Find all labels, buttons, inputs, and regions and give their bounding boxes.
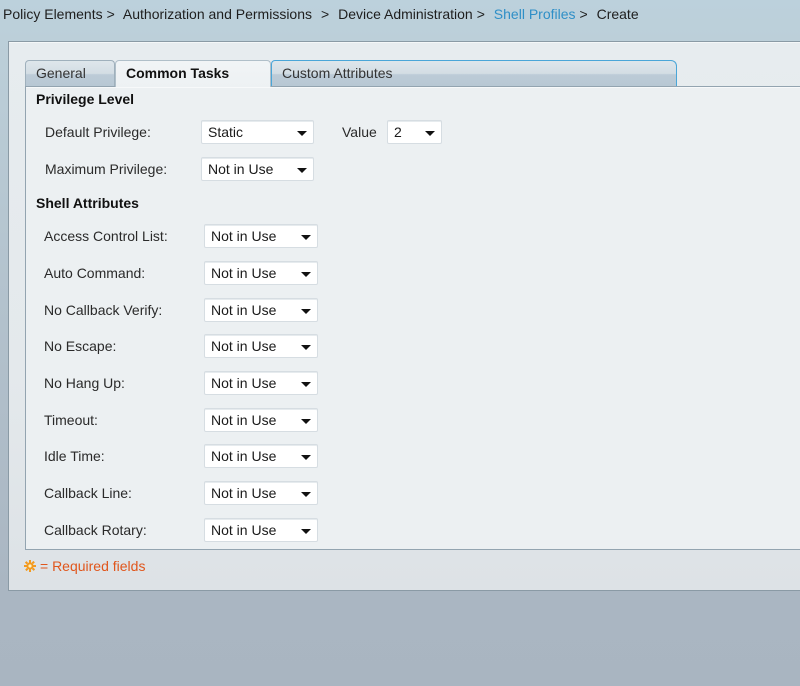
chevron-down-icon: [301, 235, 311, 240]
chevron-down-icon: [301, 382, 311, 387]
callback-line-select[interactable]: Not in Use: [204, 481, 318, 505]
form-panel: General Common Tasks Custom Attributes P…: [8, 41, 800, 591]
default-privilege-value: Static: [208, 124, 244, 140]
no-hang-up-label: No Hang Up:: [44, 375, 125, 391]
maximum-privilege-value: Not in Use: [208, 161, 274, 177]
chevron-down-icon: [301, 345, 311, 350]
privilege-level-heading: Privilege Level: [36, 91, 135, 107]
tab-bar: General Common Tasks Custom Attributes: [25, 60, 677, 87]
breadcrumb-item-create: Create: [596, 6, 639, 22]
gear-icon: [24, 559, 36, 572]
privilege-value: 2: [394, 124, 402, 140]
no-escape-label: No Escape:: [44, 338, 117, 354]
auto-command-value: Not in Use: [211, 265, 277, 281]
breadcrumb-separator: >: [579, 6, 588, 22]
no-callback-verify-label: No Callback Verify:: [44, 302, 163, 318]
default-privilege-select[interactable]: Static: [201, 120, 314, 144]
breadcrumb-separator: >: [476, 6, 485, 22]
no-escape-select[interactable]: Not in Use: [204, 334, 318, 358]
maximum-privilege-select[interactable]: Not in Use: [201, 157, 314, 181]
no-callback-verify-select[interactable]: Not in Use: [204, 298, 318, 322]
chevron-down-icon: [301, 309, 311, 314]
no-escape-value: Not in Use: [211, 338, 277, 354]
auto-command-select[interactable]: Not in Use: [204, 261, 318, 285]
no-hang-up-select[interactable]: Not in Use: [204, 371, 318, 395]
chevron-down-icon: [301, 492, 311, 497]
required-fields-text: = Required fields: [40, 558, 146, 574]
callback-line-label: Callback Line:: [44, 485, 132, 501]
chevron-down-icon: [301, 455, 311, 460]
timeout-value: Not in Use: [211, 412, 277, 428]
maximum-privilege-label: Maximum Privilege:: [45, 161, 168, 177]
chevron-down-icon: [297, 131, 307, 136]
privilege-value-select[interactable]: 2: [387, 120, 442, 144]
chevron-down-icon: [301, 419, 311, 424]
common-tasks-content: Privilege Level Default Privilege: Stati…: [25, 86, 800, 550]
no-hang-up-value: Not in Use: [211, 375, 277, 391]
no-callback-verify-value: Not in Use: [211, 302, 277, 318]
required-fields-legend: = Required fields: [24, 558, 145, 574]
idle-time-select[interactable]: Not in Use: [204, 444, 318, 468]
callback-rotary-label: Callback Rotary:: [44, 522, 147, 538]
idle-time-label: Idle Time:: [44, 448, 105, 464]
tab-custom-attributes[interactable]: Custom Attributes: [271, 60, 677, 86]
access-control-list-value: Not in Use: [211, 228, 277, 244]
breadcrumb: Policy Elements > Authorization and Permi…: [3, 6, 639, 22]
value-label: Value: [342, 124, 377, 140]
timeout-label: Timeout:: [44, 412, 98, 428]
breadcrumb-separator: >: [321, 6, 330, 22]
callback-rotary-value: Not in Use: [211, 522, 277, 538]
breadcrumb-separator: >: [106, 6, 115, 22]
breadcrumb-item-policy-elements[interactable]: Policy Elements: [3, 6, 103, 22]
breadcrumb-item-shell-profiles[interactable]: Shell Profiles: [494, 6, 576, 22]
timeout-select[interactable]: Not in Use: [204, 408, 318, 432]
breadcrumb-item-device-administration[interactable]: Device Administration: [338, 6, 473, 22]
callback-line-value: Not in Use: [211, 485, 277, 501]
tab-common-tasks[interactable]: Common Tasks: [115, 60, 271, 87]
auto-command-label: Auto Command:: [44, 265, 146, 281]
shell-attributes-heading: Shell Attributes: [36, 195, 139, 211]
idle-time-value: Not in Use: [211, 448, 277, 464]
chevron-down-icon: [425, 131, 435, 136]
chevron-down-icon: [301, 272, 311, 277]
breadcrumb-item-authorization[interactable]: Authorization and Permissions: [123, 6, 312, 22]
chevron-down-icon: [301, 529, 311, 534]
callback-rotary-select[interactable]: Not in Use: [204, 518, 318, 542]
chevron-down-icon: [297, 168, 307, 173]
tab-general[interactable]: General: [25, 60, 115, 86]
access-control-list-label: Access Control List:: [44, 228, 168, 244]
access-control-list-select[interactable]: Not in Use: [204, 224, 318, 248]
default-privilege-label: Default Privilege:: [45, 124, 151, 140]
